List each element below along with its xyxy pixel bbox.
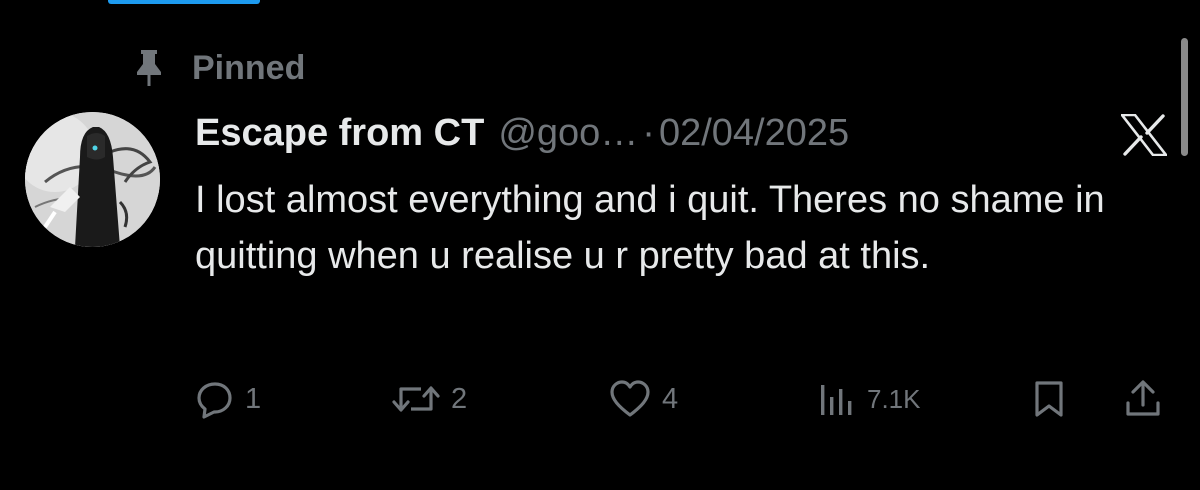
share-icon — [1123, 379, 1163, 419]
reply-icon — [195, 379, 235, 419]
repost-icon — [391, 379, 441, 419]
action-bar: 1 2 4 7.1K — [195, 374, 1175, 424]
reply-count: 1 — [245, 382, 262, 415]
like-button[interactable]: 4 — [608, 374, 678, 424]
views-count: 7.1K — [867, 383, 921, 414]
like-count: 4 — [662, 382, 679, 415]
separator-dot: · — [642, 111, 655, 154]
repost-count: 2 — [451, 382, 468, 415]
tweet-date[interactable]: 02/04/2025 — [659, 112, 849, 155]
bookmark-button[interactable] — [1029, 374, 1069, 424]
views-button[interactable]: 7.1K — [817, 374, 921, 424]
tweet-header: Escape from CT @goo… · 02/04/2025 — [195, 108, 849, 158]
active-tab-indicator — [108, 0, 260, 4]
pin-icon — [134, 46, 170, 90]
pinned-indicator: Pinned — [134, 46, 305, 90]
avatar[interactable] — [25, 112, 160, 247]
display-name[interactable]: Escape from CT — [195, 112, 484, 155]
tweet-text: I lost almost everything and i quit. The… — [195, 179, 1105, 277]
x-logo-icon — [1121, 114, 1167, 156]
user-handle[interactable]: @goo… — [498, 112, 638, 155]
scrollbar[interactable] — [1181, 38, 1188, 156]
heart-icon — [608, 379, 652, 419]
share-button[interactable] — [1123, 374, 1163, 424]
views-icon — [817, 379, 857, 419]
bookmark-icon — [1029, 379, 1069, 419]
repost-button[interactable]: 2 — [391, 374, 467, 424]
pinned-label: Pinned — [192, 48, 306, 87]
reply-button[interactable]: 1 — [195, 374, 261, 424]
